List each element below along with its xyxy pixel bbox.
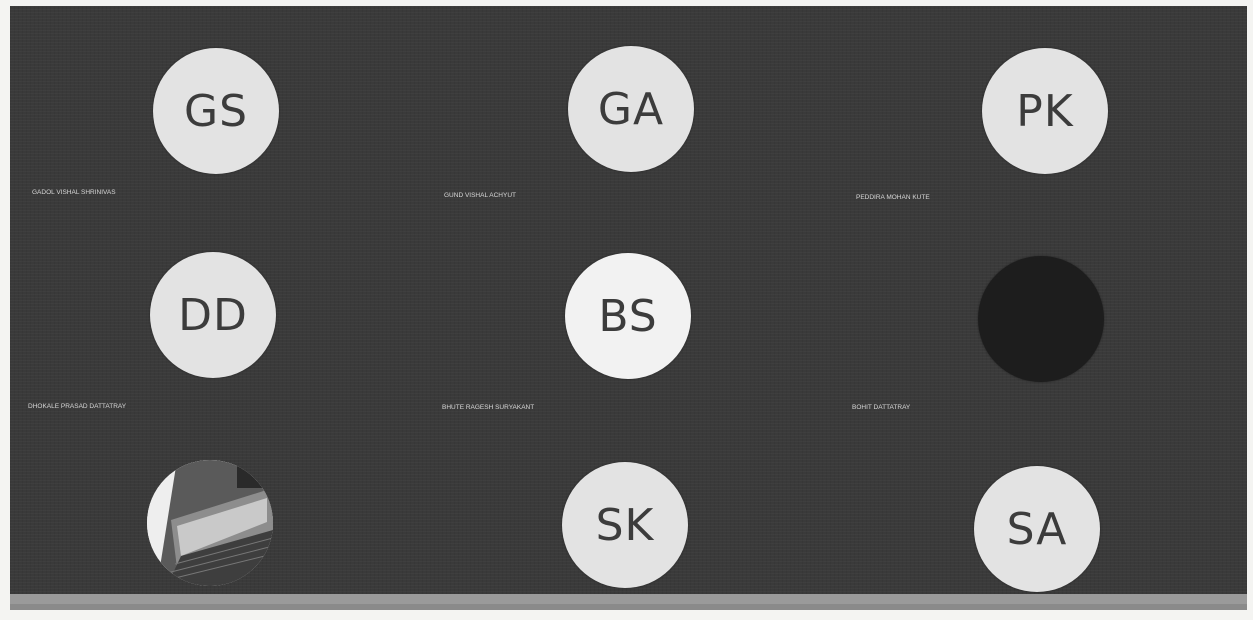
participant-tile-8[interactable]: SK — [422, 416, 834, 604]
avatar: BS — [565, 253, 691, 379]
avatar-initials: SK — [595, 499, 655, 551]
avatar-initials: SA — [1006, 503, 1068, 555]
participant-tile-7[interactable] — [10, 416, 422, 604]
avatar: PK — [982, 48, 1108, 174]
avatar: SA — [974, 466, 1100, 592]
avatar-initials: BS — [598, 290, 658, 342]
avatar: DD — [150, 252, 276, 378]
avatar — [978, 256, 1104, 382]
participant-tile-6[interactable]: BOHIT DATTATRAY — [834, 211, 1246, 416]
video-thumbnail — [147, 460, 273, 586]
bottom-divider — [10, 594, 1247, 604]
participant-name: PEDDIRA MOHAN KUTE — [856, 194, 930, 201]
avatar-initials: GS — [183, 85, 249, 137]
avatar-initials: GA — [597, 83, 665, 135]
participant-tile-2[interactable]: GA GUND VISHAL ACHYUT — [422, 6, 834, 211]
participant-name: BHUTE RAGESH SURYAKANT — [442, 404, 535, 411]
participant-tile-5[interactable]: BS BHUTE RAGESH SURYAKANT — [422, 211, 834, 416]
avatar-initials: PK — [1016, 85, 1074, 137]
avatar-initials: DD — [178, 289, 248, 341]
participant-tile-4[interactable]: DD DHOKALE PRASAD DATTATRAY — [10, 211, 422, 416]
participant-name: GADOL VISHAL SHRINIVAS — [32, 189, 116, 196]
participant-tile-1[interactable]: GS GADOL VISHAL SHRINIVAS — [10, 6, 422, 211]
meeting-participant-grid: GS GADOL VISHAL SHRINIVAS GA GUND VISHAL… — [10, 6, 1247, 610]
participant-name: BOHIT DATTATRAY — [852, 404, 911, 411]
participant-tile-9[interactable]: SA — [834, 416, 1246, 604]
avatar: GS — [153, 48, 279, 174]
participant-tiles: GS GADOL VISHAL SHRINIVAS GA GUND VISHAL… — [10, 6, 1247, 604]
participant-tile-3[interactable]: PK PEDDIRA MOHAN KUTE — [834, 6, 1246, 211]
avatar: GA — [568, 46, 694, 172]
participant-name: DHOKALE PRASAD DATTATRAY — [28, 403, 127, 410]
participant-name: GUND VISHAL ACHYUT — [444, 192, 516, 199]
laptop-photo-icon — [147, 460, 273, 586]
avatar: SK — [562, 462, 688, 588]
